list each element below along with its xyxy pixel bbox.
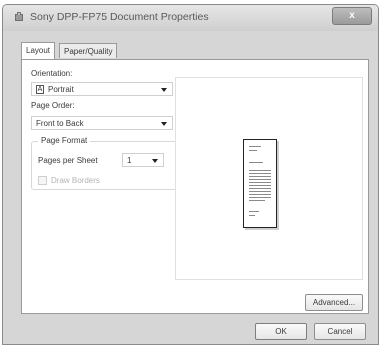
orientation-value: Portrait <box>48 85 74 94</box>
cancel-button[interactable]: Cancel <box>314 323 366 340</box>
document-properties-dialog: Sony DPP-FP75 Document Properties x Layo… <box>2 4 379 345</box>
chevron-down-icon <box>152 159 158 163</box>
pages-per-sheet-value: 1 <box>127 156 132 165</box>
page-format-legend: Page Format <box>38 136 91 145</box>
advanced-button[interactable]: Advanced... <box>305 294 363 311</box>
page-order-value: Front to Back <box>36 119 84 128</box>
layout-preview <box>175 77 363 280</box>
close-button[interactable]: x <box>332 7 372 25</box>
pages-per-sheet-select[interactable]: 1 <box>122 153 164 167</box>
chevron-down-icon <box>161 88 167 92</box>
page-order-select[interactable]: Front to Back <box>31 116 173 130</box>
orientation-select[interactable]: A Portrait <box>31 82 173 96</box>
chevron-down-icon <box>161 122 167 126</box>
draw-borders-checkbox[interactable] <box>38 176 47 185</box>
tab-paper-quality[interactable]: Paper/Quality <box>59 43 118 58</box>
orientation-label: Orientation: <box>31 69 73 78</box>
tab-layout[interactable]: Layout <box>21 42 56 59</box>
printer-icon <box>15 12 23 21</box>
page-format-group: Page Format Pages per Sheet 1 Draw Borde… <box>31 136 177 190</box>
window-title: Sony DPP-FP75 Document Properties <box>30 11 209 23</box>
pages-per-sheet-label: Pages per Sheet <box>38 156 98 165</box>
portrait-orientation-icon: A <box>36 85 44 94</box>
title-bar[interactable]: Sony DPP-FP75 Document Properties x <box>3 5 378 31</box>
draw-borders-label: Draw Borders <box>51 176 100 185</box>
document-preview-icon <box>243 139 277 228</box>
ok-button[interactable]: OK <box>255 323 307 340</box>
layout-panel: Orientation: A Portrait Page Order: Fron… <box>21 59 369 314</box>
page-order-label: Page Order: <box>31 101 75 110</box>
